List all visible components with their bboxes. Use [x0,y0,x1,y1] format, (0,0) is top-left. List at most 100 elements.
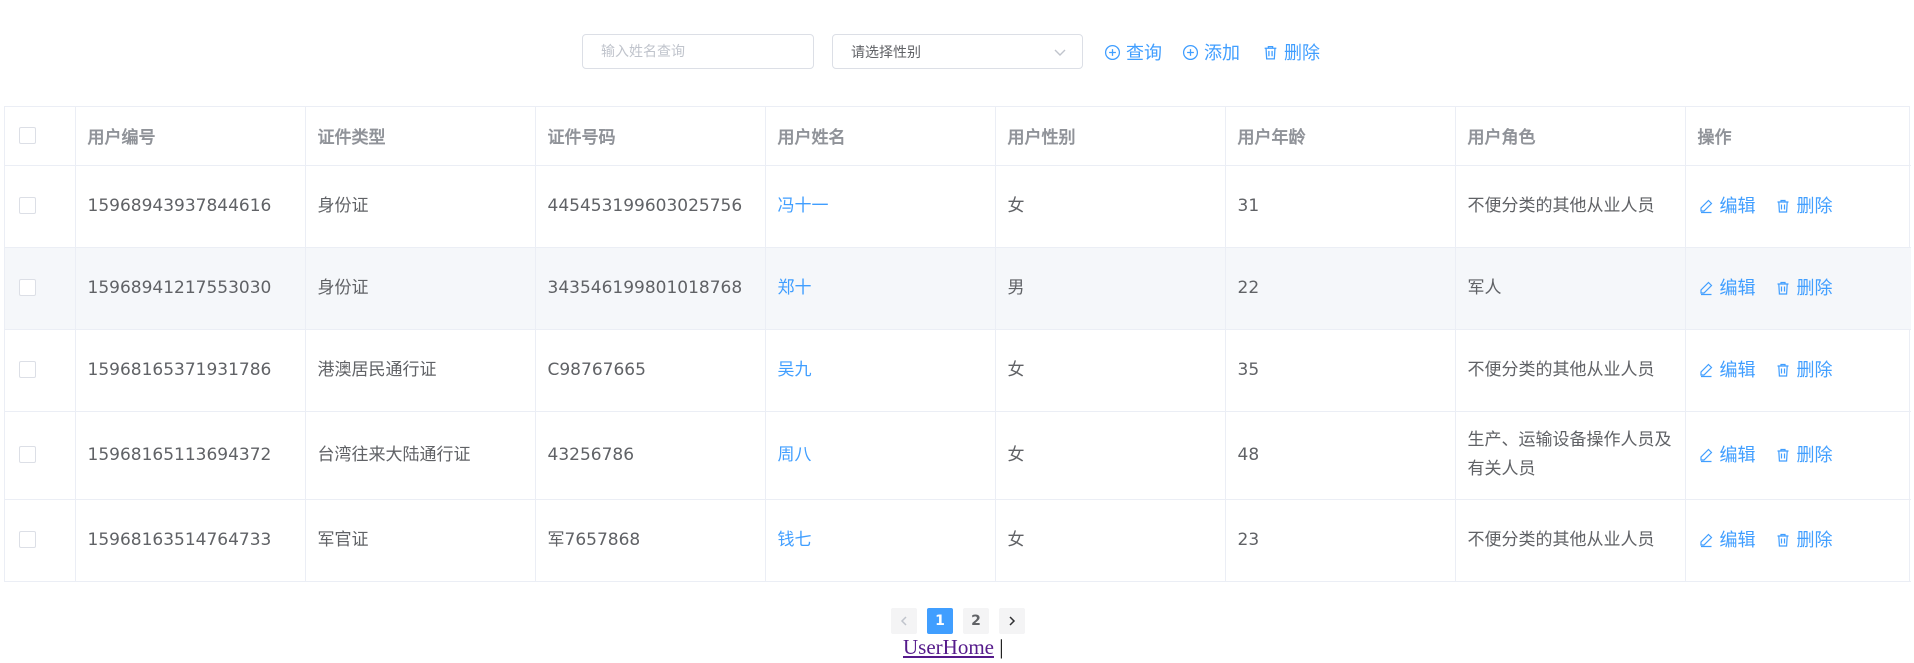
user-name-link[interactable]: 周八 [778,445,812,465]
cell-user-name: 周八 [765,411,996,500]
select-all-checkbox[interactable] [19,127,36,145]
next-page-button[interactable] [999,608,1025,634]
cell-user-gender: 女 [995,499,1226,582]
gender-select-placeholder: 请选择性别 [851,44,921,61]
edit-button[interactable]: 编辑 [1698,356,1756,385]
cell-user-age: 31 [1225,165,1456,248]
cell-id-number: 343546199801018768 [535,247,766,330]
gender-select[interactable]: 请选择性别 [832,34,1083,69]
cell-user-role: 生产、运输设备操作人员及有关人员 [1455,411,1686,500]
cell-user-id: 15968163514764733 [75,499,306,582]
table-row: 15968943937844616 身份证 445453199603025756… [5,165,1911,248]
cell-user-gender: 女 [995,165,1226,248]
cell-user-role: 不便分类的其他从业人员 [1455,329,1686,412]
row-select-cell [5,411,76,500]
cell-actions: 编辑 删除 [1685,499,1911,582]
pencil-icon [1699,363,1712,378]
cell-user-name: 郑十 [765,247,996,330]
trash-icon [1777,199,1788,213]
delete-button[interactable]: 删除 [1775,356,1833,385]
row-actions: 编辑 删除 [1698,356,1900,385]
delete-button-label: 删除 [1796,195,1833,217]
add-button-label: 添加 [1204,43,1240,64]
batch-delete-button[interactable]: 删除 [1262,38,1320,66]
edit-button-label: 编辑 [1719,444,1756,466]
row-checkbox[interactable] [19,531,36,548]
trash-icon [1777,281,1788,295]
edit-button-label: 编辑 [1719,195,1756,217]
row-actions: 编辑 删除 [1698,192,1900,221]
cell-user-id: 15968165371931786 [75,329,306,412]
table-row: 15968941217553030 身份证 343546199801018768… [5,247,1911,330]
user-name-link[interactable]: 郑十 [778,278,812,298]
cell-actions: 编辑 删除 [1685,165,1911,248]
page-1-button[interactable]: 1 [927,608,953,634]
circle-plus-icon [1104,44,1121,60]
cell-actions: 编辑 删除 [1685,247,1911,330]
cell-user-role: 军人 [1455,247,1686,330]
table-header-row: 用户编号 证件类型 证件号码 用户姓名 用户性别 用户年龄 用户角色 操作 [5,107,1911,166]
delete-button[interactable]: 删除 [1775,192,1833,221]
pagination: 1 2 [891,608,1030,634]
query-button[interactable]: 查询 [1104,38,1162,66]
trash-icon [1777,533,1788,547]
edit-button[interactable]: 编辑 [1698,192,1756,221]
row-checkbox[interactable] [19,446,36,463]
header-user-role: 用户角色 [1455,107,1686,166]
cell-id-number: 军7657868 [535,499,766,582]
trash-icon [1777,448,1788,462]
delete-button[interactable]: 删除 [1775,526,1833,555]
user-name-link[interactable]: 冯十一 [778,196,829,216]
user-home-link[interactable]: UserHome [903,635,994,659]
edit-button-label: 编辑 [1719,359,1756,381]
user-name-link[interactable]: 钱七 [778,530,812,550]
header-user-name: 用户姓名 [765,107,996,166]
row-select-cell [5,165,76,248]
footer-nav: UserHome | [903,635,1003,660]
cell-user-gender: 女 [995,329,1226,412]
cell-id-type: 港澳居民通行证 [305,329,536,412]
cell-user-age: 48 [1225,411,1456,500]
row-select-cell [5,499,76,582]
edit-button[interactable]: 编辑 [1698,526,1756,555]
edit-button[interactable]: 编辑 [1698,274,1756,303]
header-user-gender: 用户性别 [995,107,1226,166]
row-actions: 编辑 删除 [1698,526,1900,555]
name-search-input[interactable] [582,34,814,69]
row-checkbox[interactable] [19,361,36,378]
cell-user-gender: 男 [995,247,1226,330]
edit-button[interactable]: 编辑 [1698,441,1756,470]
cell-actions: 编辑 删除 [1685,411,1911,500]
cell-user-name: 冯十一 [765,165,996,248]
delete-button-label: 删除 [1796,359,1833,381]
table-row: 15968165371931786 港澳居民通行证 C98767665 吴九 女… [5,329,1911,412]
row-select-cell [5,329,76,412]
cell-id-type: 身份证 [305,165,536,248]
prev-page-button[interactable] [891,608,917,634]
trash-icon [1777,363,1788,377]
row-checkbox[interactable] [19,279,36,296]
row-select-cell [5,247,76,330]
user-name-link[interactable]: 吴九 [778,360,812,380]
table-row: 15968165113694372 台湾往来大陆通行证 43256786 周八 … [5,411,1911,500]
cell-id-number: 43256786 [535,411,766,500]
pencil-icon [1699,281,1712,296]
circle-plus-icon [1182,44,1199,60]
header-id-number: 证件号码 [535,107,766,166]
cell-user-age: 23 [1225,499,1456,582]
header-user-id: 用户编号 [75,107,306,166]
delete-button[interactable]: 删除 [1775,441,1833,470]
delete-button-label: 删除 [1796,444,1833,466]
cell-id-number: C98767665 [535,329,766,412]
delete-button[interactable]: 删除 [1775,274,1833,303]
cell-id-type: 台湾往来大陆通行证 [305,411,536,500]
add-button[interactable]: 添加 [1182,38,1240,66]
edit-button-label: 编辑 [1719,529,1756,551]
edit-button-label: 编辑 [1719,277,1756,299]
chevron-down-icon [1054,49,1066,56]
page-2-button[interactable]: 2 [963,608,989,634]
pencil-icon [1699,448,1712,463]
row-checkbox[interactable] [19,197,36,214]
select-all-cell [5,107,76,166]
row-actions: 编辑 删除 [1698,441,1900,470]
